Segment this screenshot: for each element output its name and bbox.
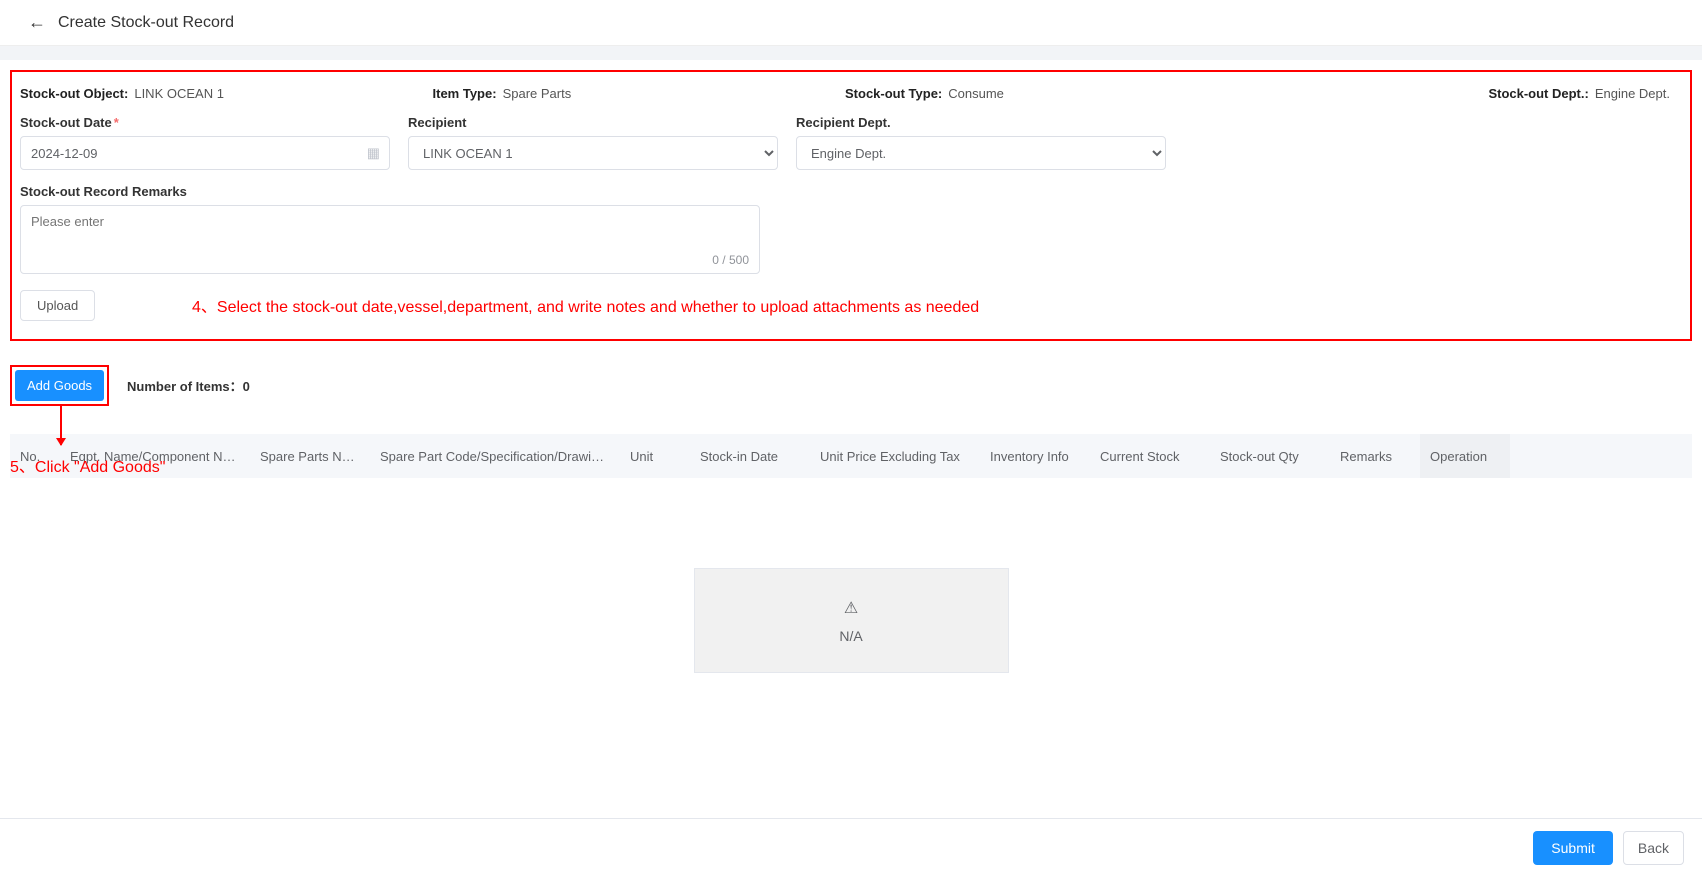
items-count: Number of Items：0 (127, 376, 250, 395)
remarks-textarea[interactable] (31, 214, 749, 248)
page-title: Create Stock-out Record (58, 14, 234, 32)
th-unit: Unit (620, 449, 690, 464)
th-operation: Operation (1420, 434, 1510, 478)
form-panel: Stock-out Object: LINK OCEAN 1 Item Type… (10, 70, 1692, 341)
recipient-select[interactable]: LINK OCEAN 1 (408, 136, 778, 170)
stockout-type-label: Stock-out Type: (845, 86, 942, 101)
back-button[interactable]: Back (1623, 831, 1684, 865)
annotation-arrow-icon (60, 405, 62, 445)
add-goods-button[interactable]: Add Goods (15, 370, 104, 401)
remarks-label: Stock-out Record Remarks (20, 184, 1682, 199)
item-type-value: Spare Parts (503, 86, 572, 101)
date-field-col: Stock-out Date* ▦ (20, 115, 390, 170)
stockout-type-block: Stock-out Type: Consume (845, 86, 1258, 101)
upload-button[interactable]: Upload (20, 290, 95, 321)
annotation-step5: 5、Click "Add Goods" (10, 453, 165, 477)
field-row: Stock-out Date* ▦ Recipient LINK OCEAN 1… (20, 115, 1682, 170)
stockout-dept-label: Stock-out Dept.: (1488, 86, 1588, 101)
recipient-dept-field-col: Recipient Dept. Engine Dept. (796, 115, 1166, 170)
top-bar: ← Create Stock-out Record (0, 0, 1702, 46)
submit-button[interactable]: Submit (1533, 831, 1613, 865)
remarks-section: Stock-out Record Remarks 0 / 500 (20, 184, 1682, 274)
th-current-stock: Current Stock (1090, 449, 1210, 464)
goods-header: Add Goods Number of Items：0 5、Click "Add… (10, 365, 1692, 406)
th-inventory: Inventory Info (980, 449, 1090, 464)
items-count-label: Number of Items： (127, 379, 243, 394)
th-spare-code: Spare Part Code/Specification/Drawing … (370, 449, 620, 464)
stockout-dept-block: Stock-out Dept.: Engine Dept. (1258, 86, 1683, 101)
th-unit-price: Unit Price Excluding Tax (810, 449, 980, 464)
stockout-type-value: Consume (948, 86, 1004, 101)
date-label: Stock-out Date* (20, 115, 390, 130)
char-count: 0 / 500 (712, 253, 749, 267)
item-type-label: Item Type: (433, 86, 497, 101)
recipient-dept-label: Recipient Dept. (796, 115, 1166, 130)
recipient-dept-select[interactable]: Engine Dept. (796, 136, 1166, 170)
th-spare-name: Spare Parts Name (250, 449, 370, 464)
th-stockin-date: Stock-in Date (690, 449, 810, 464)
empty-state: ⚠ N/A (694, 568, 1009, 673)
empty-text: N/A (839, 628, 862, 644)
date-input-wrap: ▦ (20, 136, 390, 170)
required-star: * (114, 115, 119, 130)
date-label-text: Stock-out Date (20, 115, 112, 130)
stockout-dept-value: Engine Dept. (1595, 86, 1670, 101)
items-count-value: 0 (243, 379, 250, 394)
add-goods-highlight: Add Goods (10, 365, 109, 406)
back-arrow-icon[interactable]: ← (28, 12, 46, 33)
table-header-row: No. Eqpt. Name/Component Name Spare Part… (10, 434, 1692, 478)
item-type-block: Item Type: Spare Parts (433, 86, 846, 101)
th-remarks: Remarks (1330, 449, 1420, 464)
info-row: Stock-out Object: LINK OCEAN 1 Item Type… (20, 86, 1682, 101)
content-area: Stock-out Object: LINK OCEAN 1 Item Type… (0, 60, 1702, 763)
stockout-object-value: LINK OCEAN 1 (134, 86, 224, 101)
separator-bar (0, 46, 1702, 60)
recipient-field-col: Recipient LINK OCEAN 1 (408, 115, 778, 170)
recipient-label: Recipient (408, 115, 778, 130)
stockout-date-input[interactable] (20, 136, 390, 170)
warning-icon: ⚠ (844, 598, 858, 618)
stockout-object-label: Stock-out Object: (20, 86, 128, 101)
stockout-object-block: Stock-out Object: LINK OCEAN 1 (20, 86, 433, 101)
th-stockout-qty: Stock-out Qty (1210, 449, 1330, 464)
footer-bar: Submit Back (0, 818, 1702, 877)
annotation-step4: 4、Select the stock-out date,vessel,depar… (192, 293, 979, 317)
remarks-wrap: 0 / 500 (20, 205, 760, 274)
